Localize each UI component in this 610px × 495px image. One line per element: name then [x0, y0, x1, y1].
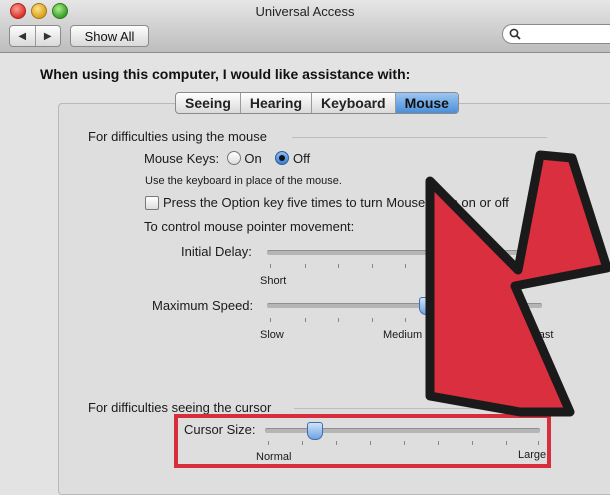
slider-tick	[338, 318, 339, 322]
mouse-keys-on-label[interactable]: On	[244, 151, 261, 166]
slider-tick	[372, 318, 373, 322]
tab-seeing[interactable]: Seeing	[176, 93, 240, 113]
back-arrow-icon[interactable]: ◀	[10, 26, 35, 46]
maximum-speed-thumb[interactable]	[419, 297, 435, 315]
tab-hearing[interactable]: Hearing	[239, 93, 311, 113]
tab-keyboard[interactable]: Keyboard	[311, 93, 395, 113]
forward-arrow-icon[interactable]: ▶	[34, 26, 61, 46]
maximum-speed-min-label: Slow	[260, 329, 284, 341]
maximum-speed-label: Maximum Speed:	[152, 298, 254, 313]
slider-tick	[405, 318, 406, 322]
maximum-speed-slider[interactable]	[267, 303, 542, 308]
search-field[interactable]	[502, 24, 610, 44]
assistance-tabs: Seeing Hearing Keyboard Mouse	[175, 92, 459, 114]
slider-tick	[372, 264, 373, 268]
option-key-checkbox-label[interactable]: Press the Option key five times to turn …	[163, 195, 509, 210]
initial-delay-slider[interactable]	[267, 250, 542, 255]
slider-tick	[338, 264, 339, 268]
slider-tick	[270, 318, 271, 322]
mouse-section-label: For difficulties using the mouse	[88, 129, 267, 144]
initial-delay-label: Initial Delay:	[181, 244, 252, 259]
back-forward-control: ◀ ▶	[9, 25, 61, 47]
slider-tick	[305, 318, 306, 322]
cursor-section-label: For difficulties seeing the cursor	[88, 400, 272, 415]
maximum-speed-max-label: Fast	[532, 329, 554, 341]
pointer-movement-label: To control mouse pointer movement:	[144, 219, 355, 234]
show-all-button[interactable]: Show All	[70, 25, 149, 47]
mouse-section-divider	[292, 137, 547, 138]
assistance-heading: When using this computer, I would like a…	[40, 66, 411, 82]
window-title: Universal Access	[255, 4, 355, 19]
cursor-size-highlight-box	[174, 414, 551, 468]
mouse-keys-help-text: Use the keyboard in place of the mouse.	[145, 175, 342, 187]
option-key-checkbox[interactable]	[145, 196, 159, 210]
cursor-section-divider	[294, 408, 547, 409]
mouse-keys-off-label[interactable]: Off	[293, 151, 310, 166]
search-icon	[509, 28, 521, 40]
slider-tick	[405, 264, 406, 268]
mouse-keys-on-radio[interactable]	[226, 151, 241, 165]
mouse-keys-label: Mouse Keys:	[144, 151, 220, 166]
mouse-keys-row: Mouse Keys: On Off	[144, 151, 310, 166]
search-input[interactable]	[521, 26, 605, 42]
tab-mouse[interactable]: Mouse	[394, 93, 458, 113]
slider-tick	[305, 264, 306, 268]
window-titlebar: Universal Access ◀ ▶ Show All	[0, 0, 610, 53]
maximum-speed-mid-label: Medium	[383, 329, 423, 341]
slider-tick	[270, 264, 271, 268]
initial-delay-min-label: Short	[260, 275, 287, 287]
mouse-keys-off-radio[interactable]	[275, 151, 290, 165]
